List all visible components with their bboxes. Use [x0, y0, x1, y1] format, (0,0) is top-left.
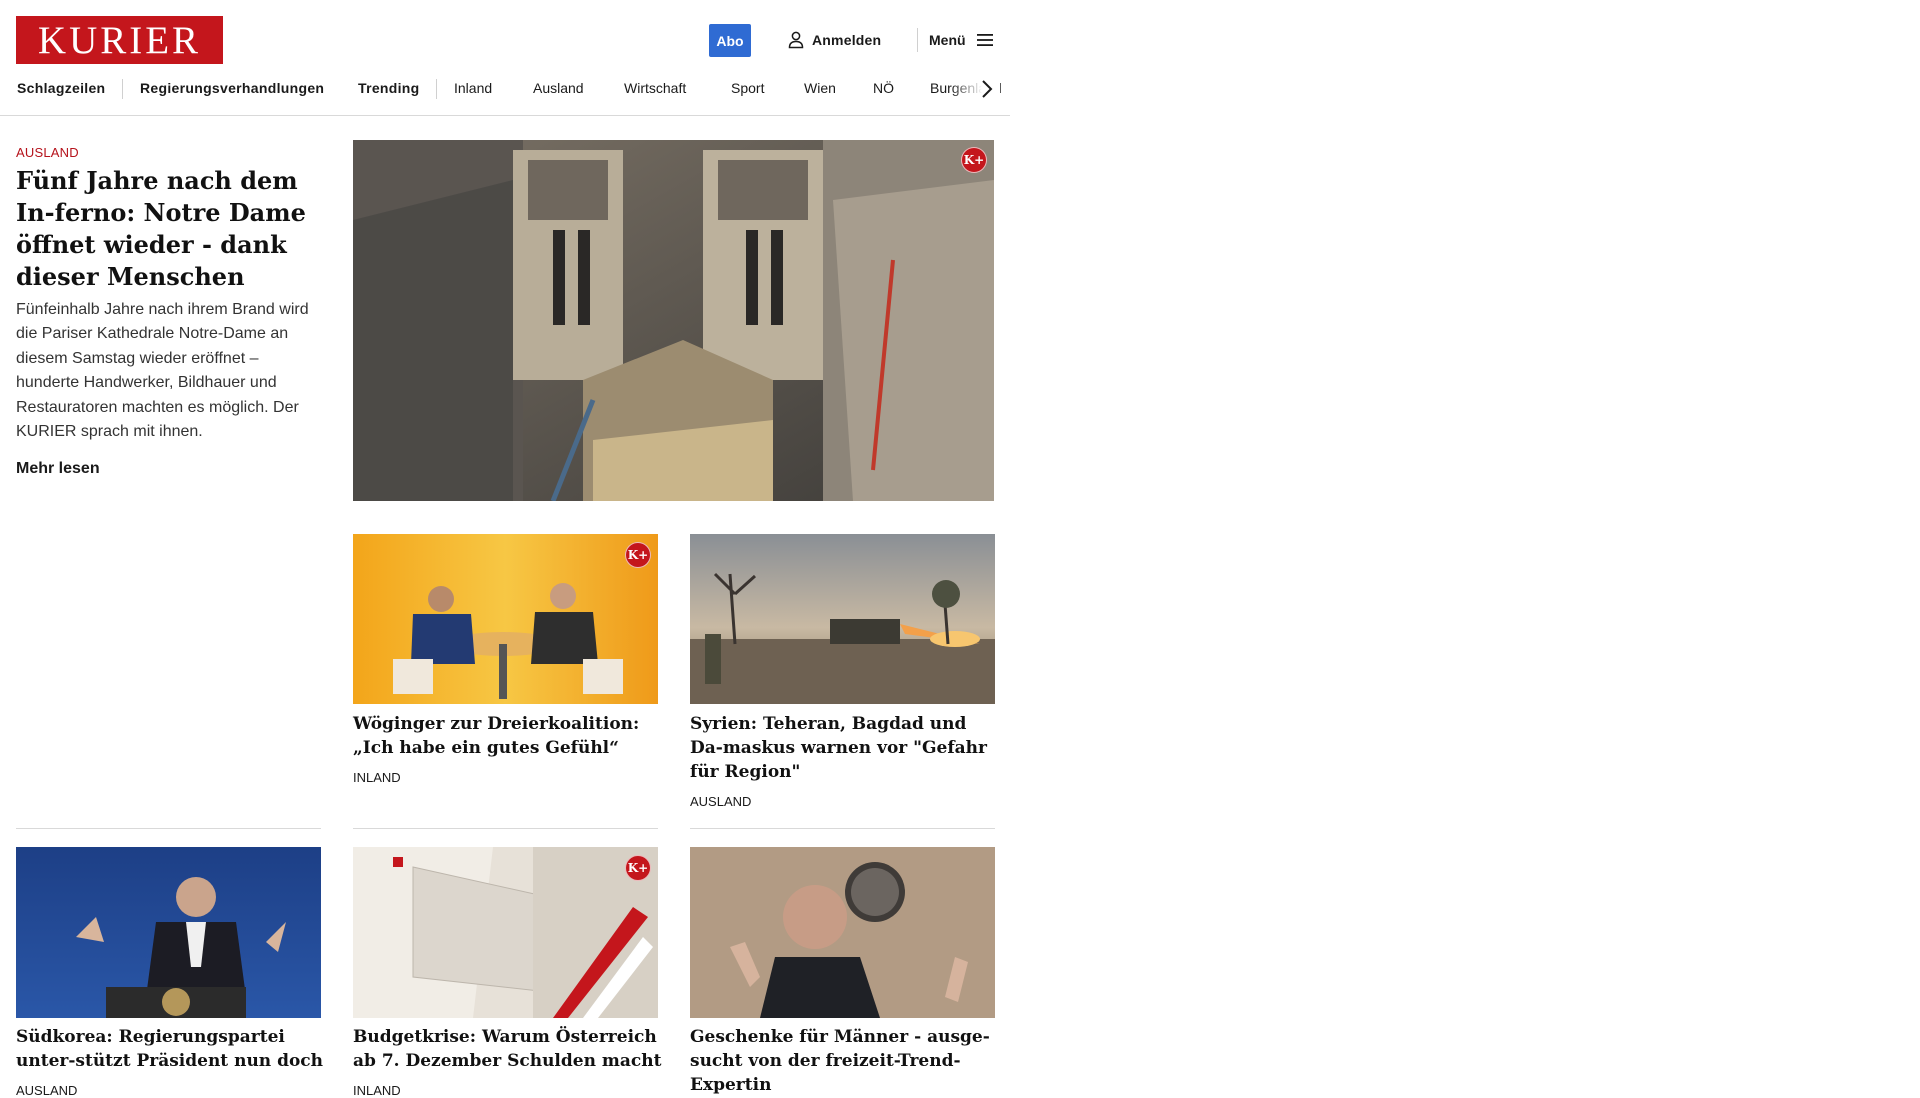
login-button[interactable]: Anmelden — [788, 28, 881, 52]
card-image[interactable] — [353, 534, 658, 704]
read-more-link[interactable]: Mehr lesen — [16, 460, 100, 478]
card-image[interactable] — [16, 847, 321, 1018]
nav-item-sport[interactable]: Sport — [731, 80, 764, 96]
kplus-badge: K+ — [625, 855, 651, 881]
user-icon — [788, 31, 804, 49]
lead-teaser: Fünfeinhalb Jahre nach ihrem Brand wird … — [16, 301, 309, 441]
hamburger-icon — [976, 34, 993, 46]
nav-item-ausland[interactable]: Ausland — [533, 80, 584, 96]
nav-item-schlagzeilen[interactable]: Schlagzeilen — [17, 80, 105, 96]
card-headline[interactable]: Budgetkrise: Warum Österreich ab 7. Deze… — [353, 1025, 663, 1073]
divider — [16, 828, 321, 829]
section-nav: Schlagzeilen Regierungsverhandlungen Tre… — [0, 76, 1010, 102]
kurier-logo[interactable]: KURIER — [16, 16, 223, 64]
site-header: KURIER Abo Anmelden Menü Schlagzeilen Re… — [0, 0, 1010, 116]
lead-image[interactable] — [353, 140, 994, 501]
card-category[interactable]: AUSLAND — [690, 794, 751, 809]
card-image[interactable] — [690, 847, 995, 1018]
nav-divider — [122, 79, 123, 99]
login-label: Anmelden — [812, 32, 882, 48]
divider — [690, 828, 995, 829]
kplus-badge: K+ — [961, 147, 987, 173]
card-headline[interactable]: Syrien: Teheran, Bagdad und Da-maskus wa… — [690, 712, 1000, 784]
nav-item-trending[interactable]: Trending — [358, 80, 420, 96]
nav-item-inland[interactable]: Inland — [454, 80, 492, 96]
card-category[interactable]: INLAND — [353, 770, 401, 785]
card-image[interactable] — [690, 534, 995, 704]
card-image[interactable] — [353, 847, 658, 1018]
card-category[interactable]: AUSLAND — [16, 1083, 77, 1098]
kplus-badge: K+ — [625, 542, 651, 568]
nav-divider — [436, 79, 437, 99]
lead-category[interactable]: AUSLAND — [16, 145, 79, 160]
page: KURIER Abo Anmelden Menü Schlagzeilen Re… — [0, 0, 1920, 1098]
card-category[interactable]: INLAND — [353, 1083, 401, 1098]
chevron-right-icon[interactable] — [978, 78, 996, 100]
lead-headline[interactable]: Fünf Jahre nach dem In-ferno: Notre Dame… — [16, 165, 316, 293]
card-headline[interactable]: Geschenke für Männer - ausge-sucht von d… — [690, 1025, 1000, 1097]
nav-item-noe[interactable]: NÖ — [873, 80, 894, 96]
nav-item-wirtschaft[interactable]: Wirtschaft — [624, 80, 686, 96]
nav-item-regierungsverhandlungen[interactable]: Regierungsverhandlungen — [140, 80, 324, 96]
menu-button[interactable]: Menü — [929, 28, 994, 52]
nav-item-wien[interactable]: Wien — [804, 80, 836, 96]
divider — [353, 828, 658, 829]
abo-button[interactable]: Abo — [709, 24, 751, 57]
card-headline[interactable]: Wöginger zur Dreierkoalition: „Ich habe … — [353, 712, 663, 760]
menu-label: Menü — [929, 32, 966, 48]
card-headline[interactable]: Südkorea: Regierungspartei unter-stützt … — [16, 1025, 326, 1073]
header-divider — [917, 28, 918, 52]
